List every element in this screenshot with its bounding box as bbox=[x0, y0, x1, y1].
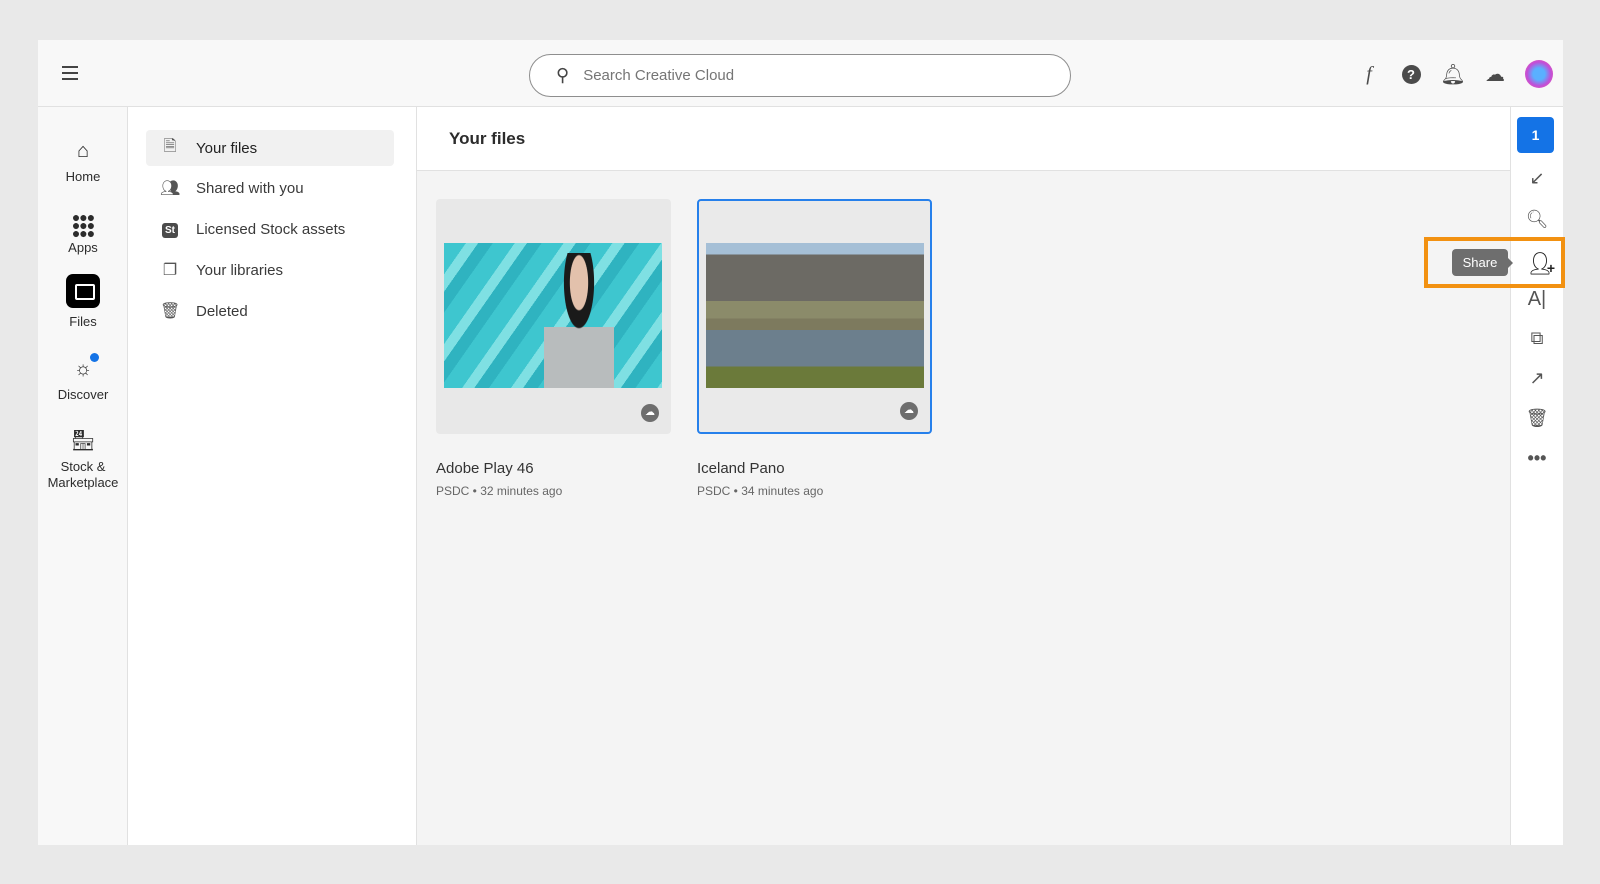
folder-icon bbox=[66, 274, 100, 308]
users-icon: 👥︎ bbox=[160, 180, 181, 197]
left-rail: ⌂ Home ●●● ●●● ●●● Apps Files ☼ Discover 🏪︎ St… bbox=[38, 107, 128, 845]
cloud-sync-icon: ☁ bbox=[900, 402, 918, 420]
rail-item-home[interactable]: ⌂ Home bbox=[38, 139, 128, 184]
nav-item-your-files[interactable]: 🗎︎ Your files bbox=[146, 130, 394, 166]
trash-icon[interactable]: 🗑︎ bbox=[1525, 406, 1549, 430]
library-icon: ❐ bbox=[162, 262, 178, 279]
open-in-icon[interactable]: ↗ bbox=[1525, 366, 1549, 390]
stock-icon-text: St bbox=[162, 223, 178, 238]
search-icon: ⚲ bbox=[556, 65, 570, 85]
file-thumbnail bbox=[706, 243, 924, 388]
share-tooltip: Share bbox=[1452, 249, 1513, 276]
rail-item-files[interactable]: Files bbox=[38, 274, 128, 329]
file-thumbnail bbox=[444, 243, 662, 388]
bell-icon[interactable]: 🔔︎ bbox=[1440, 62, 1465, 86]
page-title: Your files bbox=[417, 107, 1548, 171]
rail-item-apps[interactable]: ●●● ●●● ●●● Apps bbox=[38, 210, 128, 255]
rail-label: Stock & Marketplace bbox=[47, 459, 119, 490]
move-icon[interactable]: ↙ bbox=[1525, 166, 1549, 190]
rail-label: Home bbox=[65, 169, 101, 184]
rail-item-discover[interactable]: ☼ Discover bbox=[38, 353, 128, 402]
nav-label: Your libraries bbox=[196, 261, 283, 279]
menu-icon[interactable] bbox=[62, 66, 78, 80]
selected-count-badge: 1 bbox=[1517, 117, 1554, 153]
fonts-icon[interactable]: f bbox=[1357, 62, 1381, 86]
compass-icon: ☼ bbox=[38, 353, 128, 381]
apps-grid-icon: ●●● ●●● ●●● bbox=[71, 209, 95, 241]
trash-icon: 🗑︎ bbox=[160, 303, 181, 320]
cloud-icon[interactable]: ☁ bbox=[1483, 62, 1507, 86]
nav-item-stock[interactable]: St Licensed Stock assets bbox=[146, 211, 394, 247]
file-card-selected[interactable]: ☁ bbox=[697, 199, 932, 434]
file-card[interactable]: ☁ bbox=[436, 199, 671, 434]
file-meta: PSDC • 32 minutes ago bbox=[436, 484, 563, 498]
help-icon[interactable]: ? bbox=[1399, 62, 1423, 86]
more-icon[interactable]: ••• bbox=[1525, 446, 1549, 470]
file-name[interactable]: Iceland Pano bbox=[697, 460, 785, 477]
nav-item-deleted[interactable]: 🗑︎ Deleted bbox=[146, 293, 394, 329]
nav-label: Deleted bbox=[196, 302, 248, 320]
rail-label: Apps bbox=[68, 240, 98, 255]
nav-label: Shared with you bbox=[196, 179, 304, 197]
cloud-sync-icon: ☁ bbox=[641, 404, 659, 422]
files-nav: 🗎︎ Your files 👥︎ Shared with you St License… bbox=[128, 107, 417, 845]
rail-item-stock[interactable]: 🏪︎ Stock & Marketplace bbox=[38, 429, 128, 491]
search-box[interactable]: ⚲ bbox=[529, 54, 1071, 97]
action-bar: 1 ↙ 🔍︎ A| ⧉ ↗ 🗑︎ ••• bbox=[1510, 107, 1563, 845]
file-meta: PSDC • 34 minutes ago bbox=[697, 484, 824, 498]
nav-item-shared[interactable]: 👥︎ Shared with you bbox=[146, 170, 394, 206]
nav-label: Licensed Stock assets bbox=[196, 220, 346, 238]
duplicate-icon[interactable]: ⧉ bbox=[1525, 326, 1549, 350]
rename-icon[interactable]: A| bbox=[1525, 287, 1549, 311]
file-name[interactable]: Adobe Play 46 bbox=[436, 460, 534, 477]
stock-icon: St bbox=[160, 220, 180, 238]
header: ⚲ f ? 🔔︎ ☁ bbox=[38, 40, 1563, 107]
store-icon: 🏪︎ bbox=[70, 430, 96, 452]
avatar[interactable] bbox=[1525, 60, 1553, 88]
search-input[interactable] bbox=[583, 67, 1004, 84]
preview-icon[interactable]: 🔍︎ bbox=[1525, 207, 1549, 231]
nav-label: Your files bbox=[196, 139, 258, 157]
nav-item-libraries[interactable]: ❐ Your libraries bbox=[146, 252, 394, 288]
file-icon: 🗎︎ bbox=[163, 137, 177, 155]
main-content: Your files ☁ Adobe Play 46 PSDC • 32 min… bbox=[417, 107, 1548, 845]
app-window: ⚲ f ? 🔔︎ ☁ ⌂ Home ●●●●●●●●●Apps Files ☼ Di… bbox=[38, 40, 1563, 845]
share-user-add-icon[interactable]: 👤︎ + bbox=[1526, 251, 1555, 277]
rail-label: Discover bbox=[57, 387, 109, 402]
rail-label: Files bbox=[69, 314, 97, 329]
home-icon: ⌂ bbox=[76, 140, 90, 162]
notification-badge bbox=[90, 353, 99, 362]
